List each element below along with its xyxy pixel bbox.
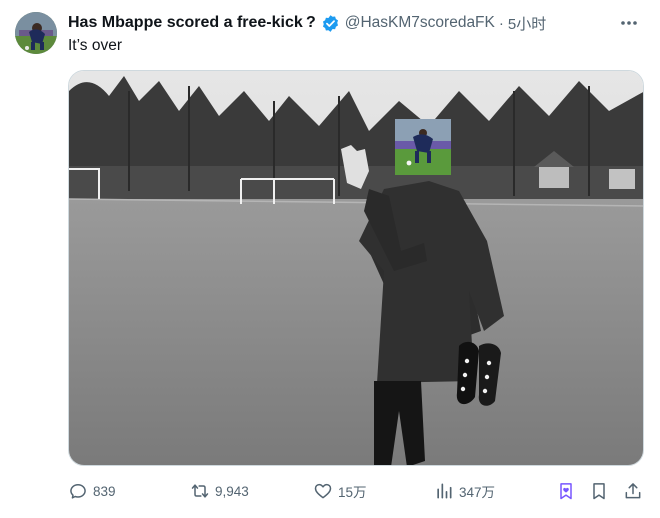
- share-icon: [625, 483, 641, 499]
- user-handle[interactable]: @HasKM7scoredaFK: [345, 14, 495, 32]
- like-button[interactable]: 15万: [313, 478, 367, 504]
- tweet-media[interactable]: [68, 70, 644, 466]
- avatar-image: [15, 12, 57, 54]
- retweet-icon: [191, 484, 209, 498]
- media-photo: [69, 71, 643, 465]
- bookmark-button[interactable]: [586, 478, 612, 504]
- timestamp[interactable]: 5小时: [508, 13, 546, 34]
- bookmark-icon: [593, 483, 605, 500]
- more-options-icon[interactable]: [618, 12, 640, 34]
- views-chart-icon: [437, 483, 452, 499]
- display-name[interactable]: Has Mbappe scored a free-kick ?: [68, 14, 316, 32]
- bookmark-highlight-button[interactable]: [553, 478, 579, 504]
- inset-photo: [395, 119, 451, 175]
- views-count: 347万: [459, 485, 496, 500]
- reply-button[interactable]: 839: [68, 478, 116, 504]
- retweet-button[interactable]: 9,943: [190, 478, 249, 504]
- heart-icon: [314, 483, 332, 499]
- bookmark-heart-icon: [560, 483, 572, 500]
- retweet-count: 9,943: [215, 483, 249, 499]
- reply-count: 839: [93, 483, 116, 499]
- avatar[interactable]: [15, 12, 57, 54]
- views-button[interactable]: 347万: [434, 478, 495, 504]
- verified-badge-icon: [321, 14, 340, 33]
- like-count: 15万: [338, 485, 367, 500]
- tweet-actions: 839 9,943 15万 347万: [68, 478, 644, 504]
- tweet-text: It’s over: [68, 37, 122, 54]
- share-button[interactable]: [620, 478, 646, 504]
- tweet-header: Has Mbappe scored a free-kick ? @HasKM7s…: [68, 12, 640, 34]
- reply-icon: [70, 484, 86, 499]
- separator-dot: ·: [498, 14, 504, 32]
